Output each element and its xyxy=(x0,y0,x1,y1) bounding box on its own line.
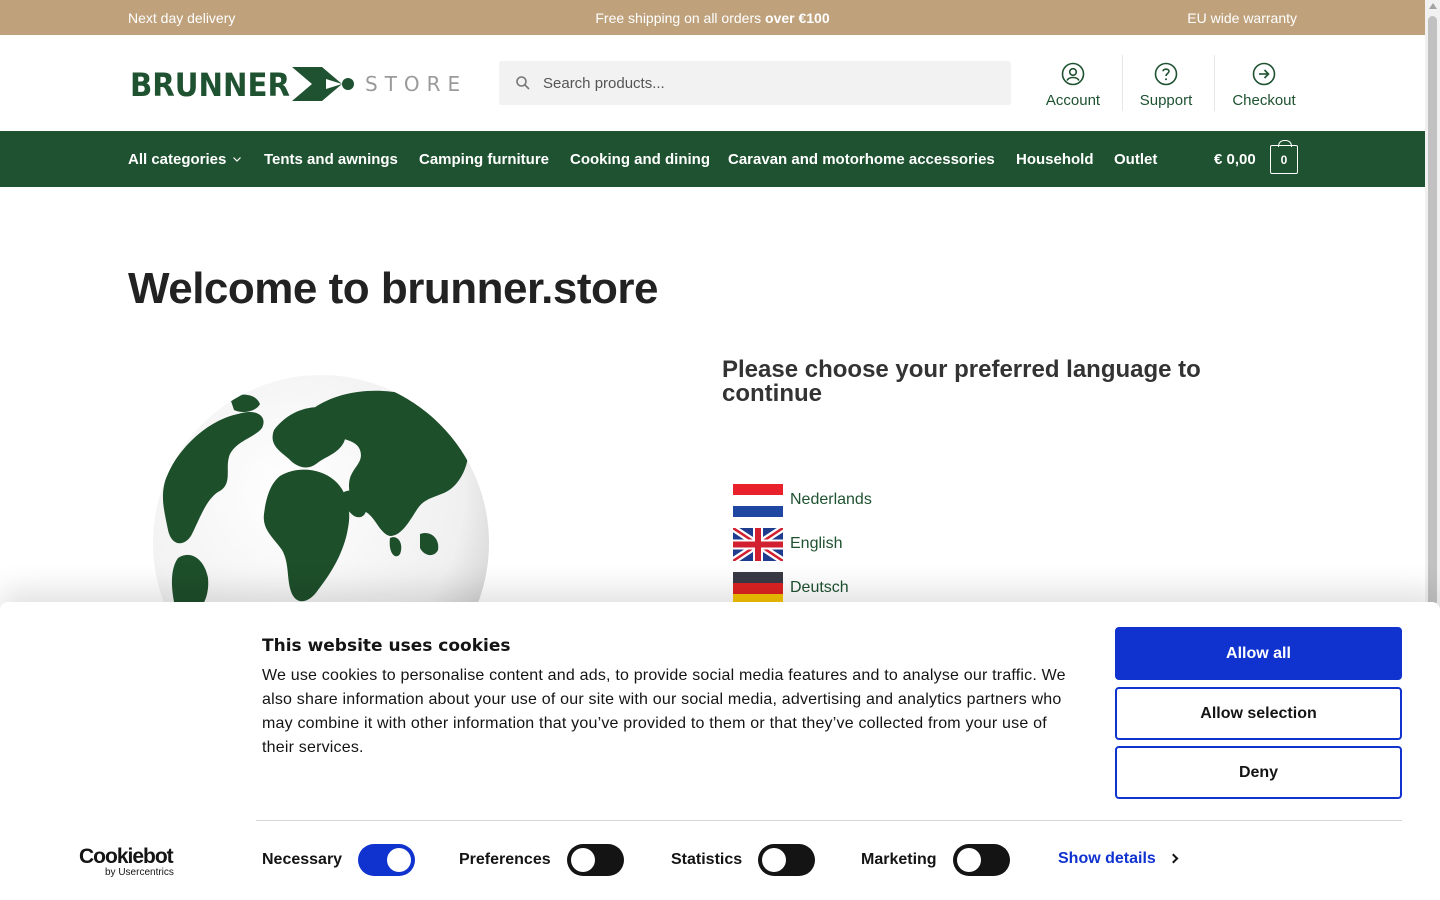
preferences-toggle-group: Preferences xyxy=(459,844,624,876)
nav-item-camping-furniture[interactable]: Camping furniture xyxy=(419,151,549,168)
nav-item-tents-and-awnings[interactable]: Tents and awnings xyxy=(264,151,398,168)
deny-button[interactable]: Deny xyxy=(1115,746,1402,799)
flag-de-icon xyxy=(733,571,783,605)
shipping-threshold: over €100 xyxy=(765,10,830,26)
toggle-knob xyxy=(570,848,595,872)
warranty-notice: EU wide warranty xyxy=(1187,10,1297,26)
help-circle-icon xyxy=(1154,62,1178,86)
cart-count-badge[interactable]: 0 xyxy=(1270,140,1298,174)
page: Next day delivery Free shipping on all o… xyxy=(0,0,1440,900)
preferences-label: Preferences xyxy=(459,851,551,868)
chevron-right-icon xyxy=(1168,853,1179,864)
header-divider xyxy=(1122,55,1123,111)
account-link[interactable]: Account xyxy=(1040,53,1106,113)
cookie-consent-banner: This website uses cookies We use cookies… xyxy=(0,602,1440,900)
checkout-label: Checkout xyxy=(1232,92,1296,109)
flag-nl-icon xyxy=(733,483,783,517)
statistics-toggle[interactable] xyxy=(758,844,816,876)
language-option-nederlands[interactable]: Nederlands xyxy=(733,483,872,517)
show-details-link[interactable]: Show details xyxy=(1058,850,1179,868)
nav-item-cooking-and-dining[interactable]: Cooking and dining xyxy=(570,151,710,168)
nav-item-outlet[interactable]: Outlet xyxy=(1114,151,1157,168)
choose-language-heading: Please choose your preferred language to… xyxy=(722,356,1201,407)
cookiebot-logo-graphic: Cookiebot by Usercentrics xyxy=(79,845,175,878)
chevron-down-icon xyxy=(233,157,242,162)
cart-total[interactable]: € 0,00 xyxy=(1214,151,1256,168)
support-label: Support xyxy=(1139,92,1193,109)
header-divider xyxy=(1214,55,1215,111)
globe-image xyxy=(138,358,508,618)
scrollbar-thumb[interactable] xyxy=(1428,16,1437,606)
logo-graphic: BRUNNER STORE xyxy=(130,66,460,104)
cookie-banner-text: We use cookies to personalise content an… xyxy=(262,667,1066,756)
toggle-knob xyxy=(762,848,787,872)
language-label: English xyxy=(790,535,843,552)
preferences-toggle[interactable] xyxy=(566,844,624,876)
search-bar xyxy=(499,61,1011,105)
nav-item-all-categories[interactable]: All categories xyxy=(128,151,242,168)
nav-item-label: All categories xyxy=(128,151,227,168)
main-navigation: All categories Tents and awnings Camping… xyxy=(0,131,1425,187)
necessary-toggle-group: Necessary xyxy=(262,844,416,876)
shipping-notice-text: Free shipping on all orders xyxy=(595,10,766,26)
logo-text: BRUNNER xyxy=(130,66,290,104)
scroll-up-arrow-icon[interactable] xyxy=(1429,3,1437,9)
support-link[interactable]: Support xyxy=(1134,53,1198,113)
logo-store-text: STORE xyxy=(365,72,460,96)
announcement-bar: Next day delivery Free shipping on all o… xyxy=(0,0,1425,35)
allow-selection-button[interactable]: Allow selection xyxy=(1115,687,1402,740)
necessary-label: Necessary xyxy=(262,851,343,868)
cookiebot-logo[interactable]: Cookiebot by Usercentrics xyxy=(79,845,183,883)
cookie-banner-divider xyxy=(256,820,1402,821)
language-label: Nederlands xyxy=(790,491,872,508)
cookie-banner-title: This website uses cookies xyxy=(262,636,511,656)
search-input[interactable] xyxy=(543,61,993,105)
marketing-label: Marketing xyxy=(861,851,937,868)
checkout-link[interactable]: Checkout xyxy=(1228,53,1300,113)
page-title: Welcome to brunner.store xyxy=(128,264,658,313)
account-label: Account xyxy=(1045,92,1101,109)
language-label: Deutsch xyxy=(790,579,849,596)
nav-item-household[interactable]: Household xyxy=(1016,151,1094,168)
arrow-circle-right-icon xyxy=(1252,62,1276,86)
toggle-knob xyxy=(387,848,412,872)
brunner-store-logo[interactable]: BRUNNER STORE xyxy=(130,63,460,105)
marketing-toggle-group: Marketing xyxy=(861,844,1010,876)
cookiebot-logo-text: Cookiebot xyxy=(79,846,174,868)
necessary-toggle[interactable] xyxy=(358,844,416,876)
allow-all-button[interactable]: Allow all xyxy=(1115,627,1402,680)
flag-uk-icon xyxy=(733,527,783,561)
language-option-english[interactable]: English xyxy=(733,527,842,561)
toggle-knob xyxy=(956,848,981,872)
cookiebot-logo-subtext: by Usercentrics xyxy=(105,867,174,878)
statistics-label: Statistics xyxy=(671,851,743,868)
statistics-toggle-group: Statistics xyxy=(671,844,816,876)
nav-item-caravan-accessories[interactable]: Caravan and motorhome accessories xyxy=(728,151,995,168)
language-option-deutsch[interactable]: Deutsch xyxy=(733,571,849,605)
globe-graphic xyxy=(153,375,489,618)
site-header: BRUNNER STORE Account xyxy=(0,35,1425,131)
show-details-label: Show details xyxy=(1058,850,1156,867)
user-circle-icon xyxy=(1061,62,1085,86)
search-icon xyxy=(516,76,530,90)
marketing-toggle[interactable] xyxy=(952,844,1010,876)
